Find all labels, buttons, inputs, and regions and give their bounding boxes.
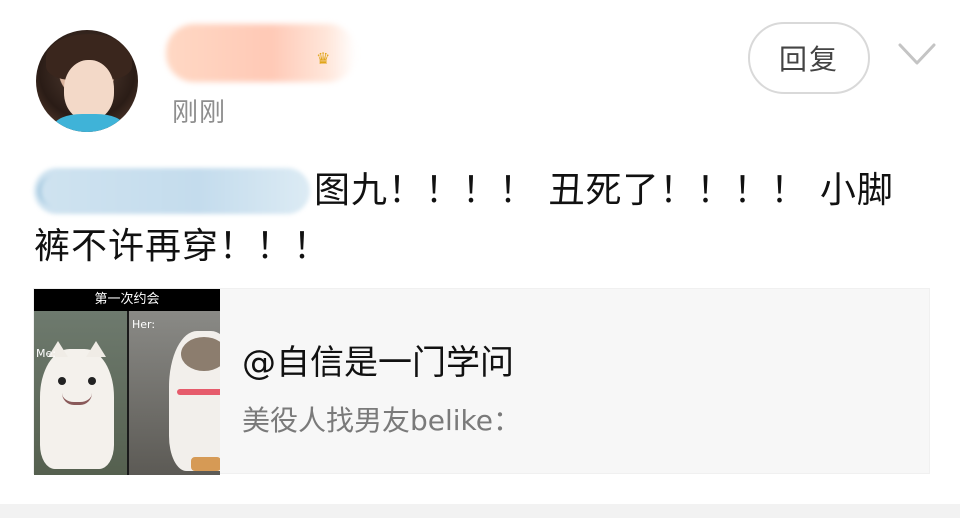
shared-post-thumbnail: Me: Her: 第一次约会 — [34, 289, 220, 475]
comment-reply-view: ♛ 刚刚 回复 图九！！！！ 丑死了！！！！ 小脚 裤不许再穿！！！ Me: H… — [0, 0, 960, 518]
thumb-panel-left: Me: — [34, 311, 127, 475]
reply-button[interactable]: 回复 — [748, 22, 870, 94]
chevron-down-icon[interactable] — [898, 42, 936, 68]
shared-post-card[interactable]: Me: Her: 第一次约会 @自信是一门学问 美役人找男友belike： — [33, 288, 930, 475]
crown-icon: ♛ — [316, 49, 331, 68]
thumb-label-right: Her: — [132, 318, 156, 331]
avatar-shirt — [54, 114, 124, 132]
shared-post-author: @自信是一门学问 — [242, 343, 514, 383]
cat-image-left — [40, 341, 114, 469]
cat-image-right — [169, 331, 220, 471]
thumb-label-left: Me: — [36, 347, 56, 360]
timestamp: 刚刚 — [172, 98, 227, 128]
thumb-caption: 第一次约会 — [34, 289, 220, 311]
comment-text-line1: 图九！！！！ 丑死了！！！！ 小脚 — [314, 170, 894, 211]
avatar[interactable] — [36, 30, 138, 132]
section-divider — [0, 504, 960, 518]
comment-text-line2: 裤不许再穿！！！ — [34, 226, 331, 267]
thumb-panel-right — [129, 311, 220, 475]
shared-post-text: 美役人找男友belike： — [242, 404, 522, 437]
mention-redacted[interactable] — [34, 168, 310, 214]
avatar-face — [64, 60, 114, 120]
